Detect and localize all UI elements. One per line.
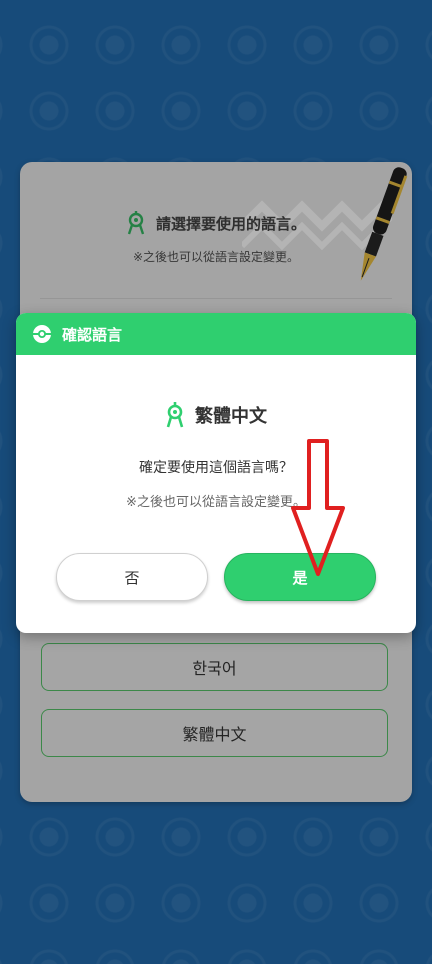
confirm-language-dialog: 確認語言 繁體中文 確定要使用這個語言嗎？ ※之後也可以從語言設定變更。 否 是 xyxy=(16,313,416,633)
confirm-question: 確定要使用這個語言嗎？ xyxy=(139,460,293,476)
dialog-title: 確認語言 xyxy=(62,325,123,344)
screen: 請選擇要使用的語言。 ※之後也可以從語言設定變更。 한국어 繁體中文 確認語言 xyxy=(0,0,432,964)
selected-language-name: 繁體中文 xyxy=(195,406,267,427)
compass-icon xyxy=(166,402,184,428)
pokeball-icon xyxy=(33,325,51,343)
dialog-header: 確認語言 xyxy=(16,313,416,355)
confirm-note: ※之後也可以從語言設定變更。 xyxy=(126,495,306,510)
no-button[interactable]: 否 xyxy=(56,553,208,601)
selected-language-row: 繁體中文 xyxy=(16,401,416,429)
yes-button[interactable]: 是 xyxy=(224,553,376,601)
